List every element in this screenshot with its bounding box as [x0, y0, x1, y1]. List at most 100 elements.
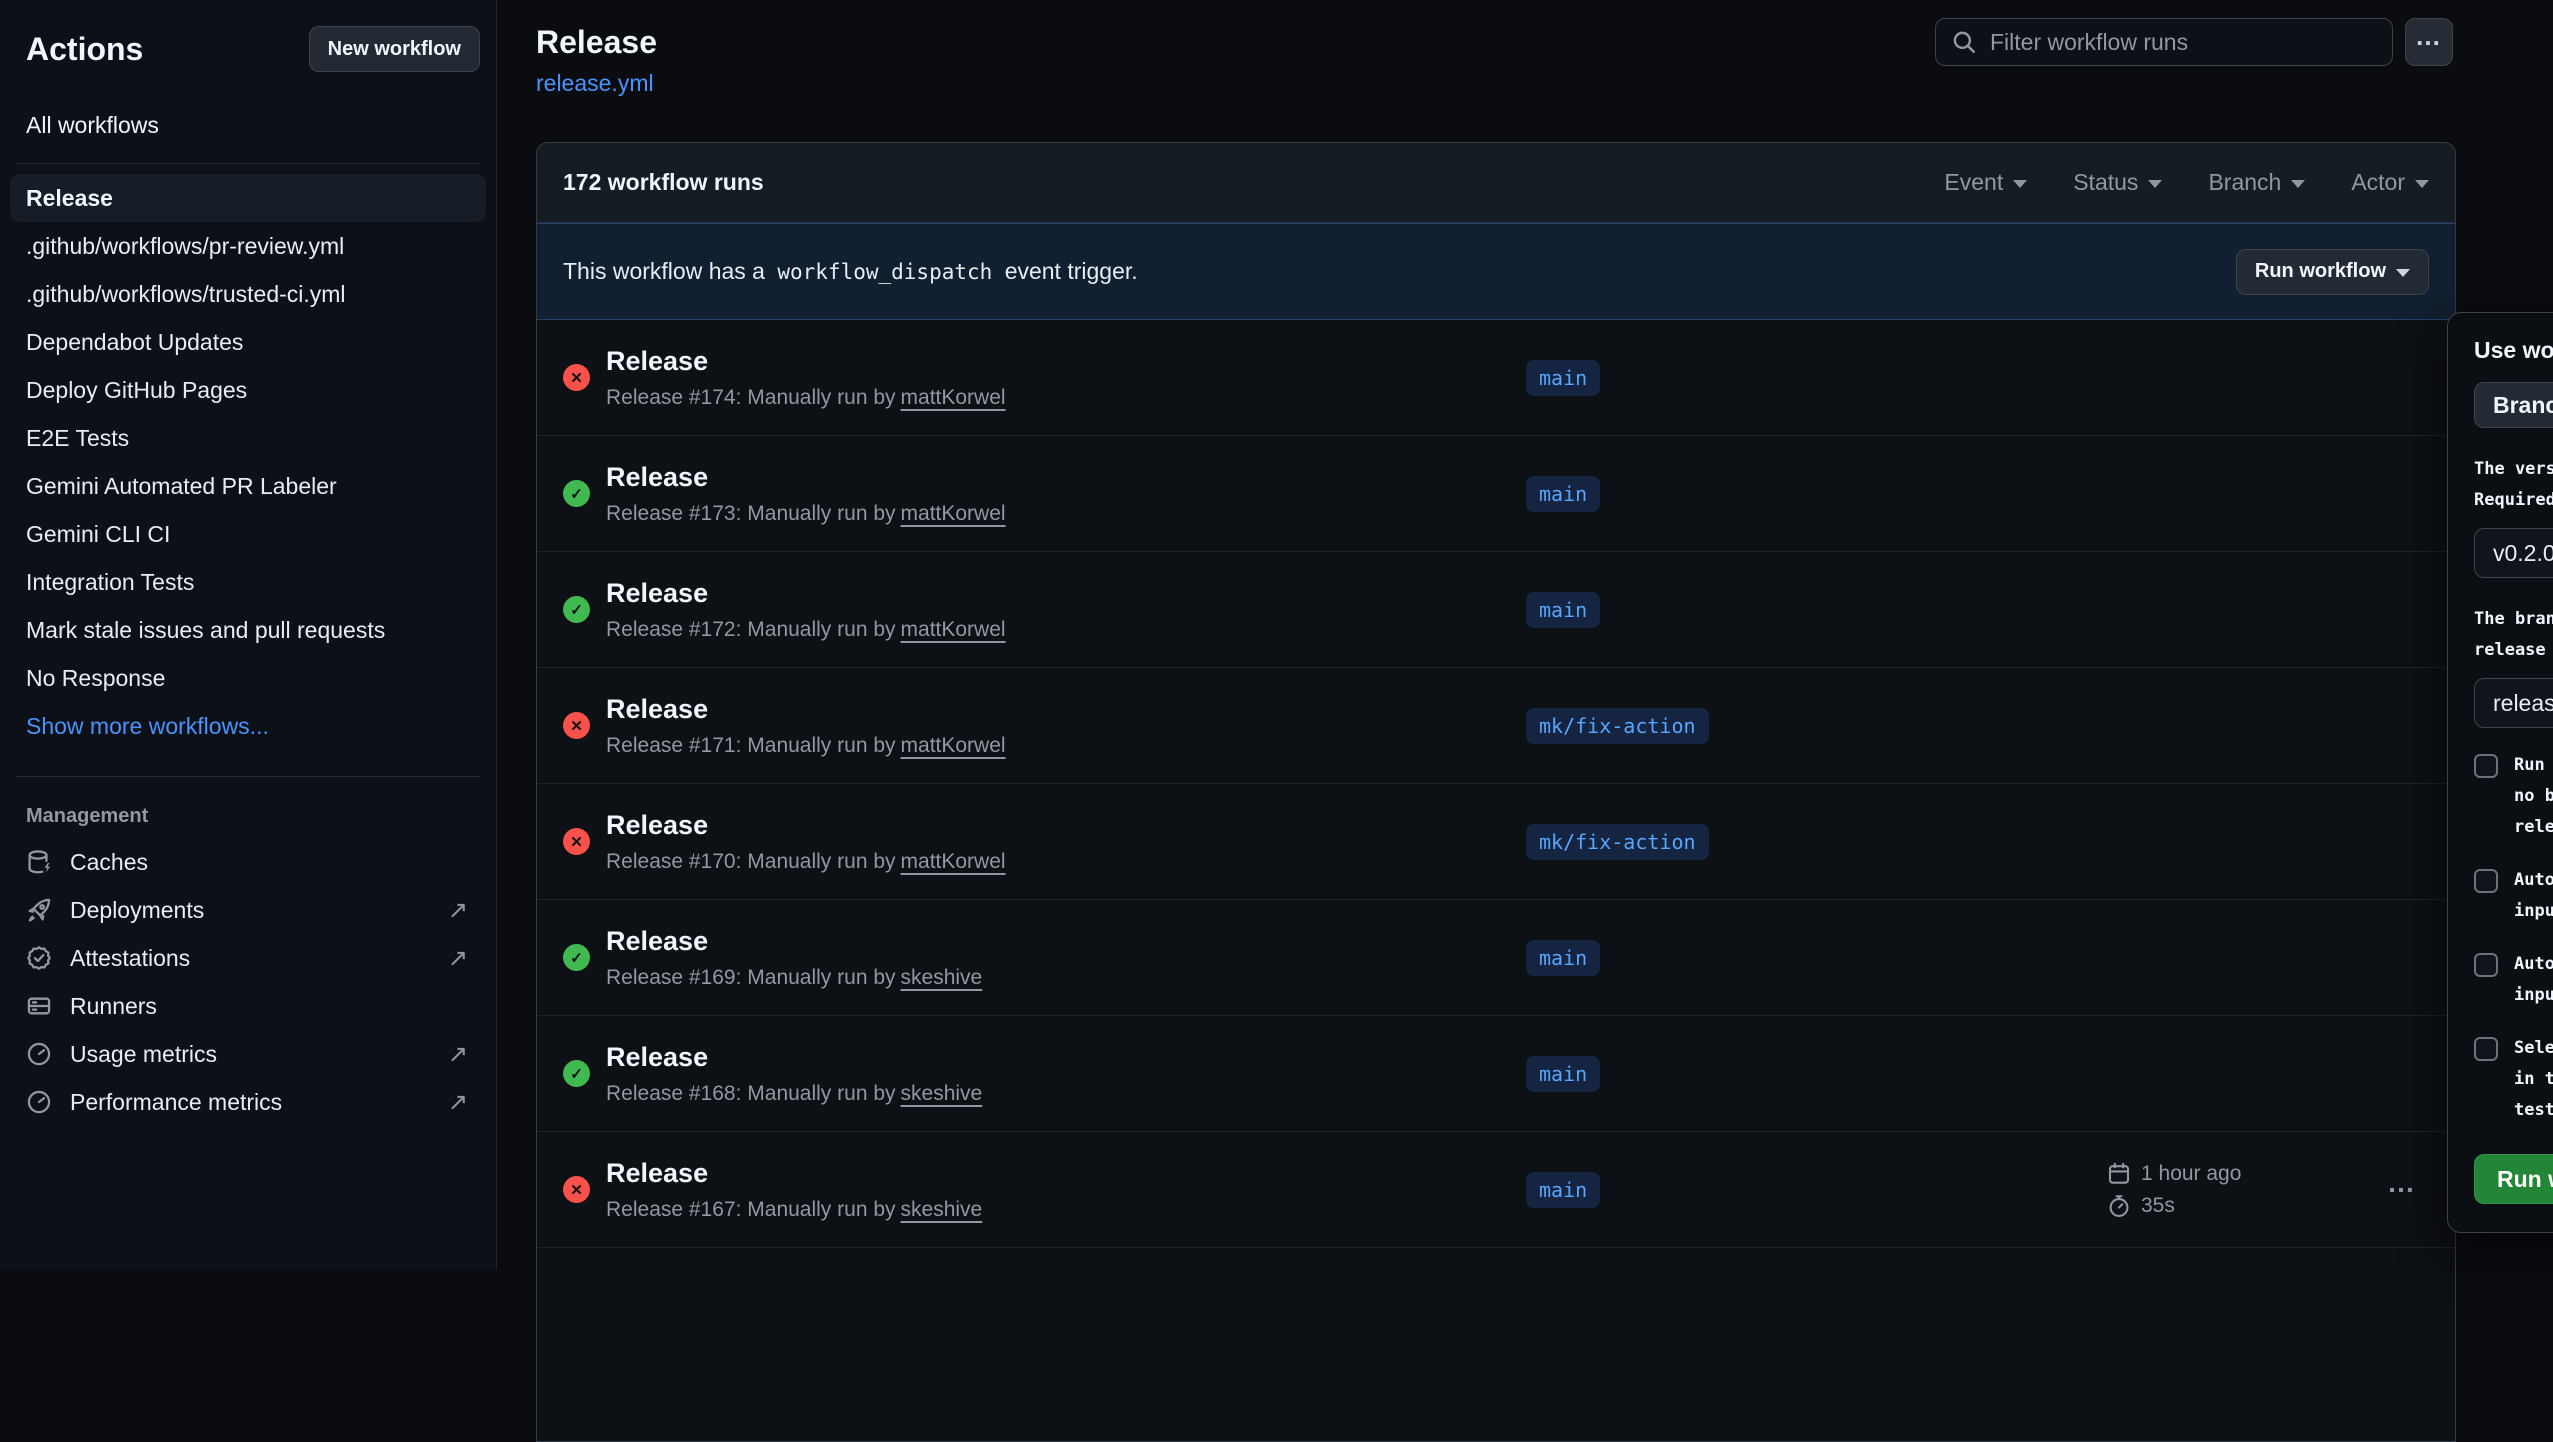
run-actor-link[interactable]: mattKorwel: [901, 386, 1006, 409]
filter-label: Status: [2073, 169, 2138, 196]
chevron-down-icon: [2148, 180, 2162, 188]
show-more-workflows-link[interactable]: Show more workflows...: [10, 702, 486, 750]
failure-icon: [563, 364, 590, 391]
failure-icon: [563, 712, 590, 739]
run-actor-link[interactable]: skeshive: [901, 1082, 983, 1105]
run-actor-link[interactable]: mattKorwel: [901, 850, 1006, 873]
sidebar-item-mark-stale[interactable]: Mark stale issues and pull requests: [10, 606, 486, 654]
dry-run-checkbox[interactable]: [2474, 754, 2498, 778]
run-title-link[interactable]: Release: [606, 346, 1006, 377]
sidebar-item-no-response[interactable]: No Response: [10, 654, 486, 702]
table-row[interactable]: Release Release #174: Manually run bymat…: [537, 320, 2455, 436]
run-actor-link[interactable]: mattKorwel: [901, 734, 1006, 757]
filter-actor[interactable]: Actor: [2351, 169, 2429, 196]
table-row[interactable]: Release Release #170: Manually run bymat…: [537, 784, 2455, 900]
table-row[interactable]: Release Release #173: Manually run bymat…: [537, 436, 2455, 552]
external-link-icon: [448, 1040, 468, 1069]
ref-input[interactable]: [2474, 678, 2553, 728]
table-row[interactable]: Release Release #172: Manually run bymat…: [537, 552, 2455, 668]
banner-code: workflow_dispatch: [771, 260, 998, 284]
branch-badge[interactable]: main: [1526, 476, 1600, 512]
banner-text: This workflow has a workflow_dispatch ev…: [563, 258, 1138, 285]
branch-badge[interactable]: mk/fix-action: [1526, 824, 1709, 860]
branch-selector-button[interactable]: Branch: main: [2474, 382, 2553, 428]
run-title-link[interactable]: Release: [606, 578, 1006, 609]
runs-filters: Event Status Branch Actor: [1944, 169, 2429, 196]
preview-tag-checkbox[interactable]: [2474, 953, 2498, 977]
run-description: Release #174: Manually run bymattKorwel: [606, 386, 1006, 410]
branch-badge[interactable]: main: [1526, 592, 1600, 628]
run-workflow-dropdown-button[interactable]: Run workflow: [2236, 249, 2429, 295]
branch-badge[interactable]: main: [1526, 1172, 1600, 1208]
sidebar-item-usage-metrics[interactable]: Usage metrics: [10, 1030, 486, 1078]
all-workflows-link[interactable]: All workflows: [26, 112, 486, 139]
workflow-file-link[interactable]: release.yml: [536, 70, 654, 97]
sidebar-item-integration-tests[interactable]: Integration Tests: [10, 558, 486, 606]
sidebar-item-trusted-ci[interactable]: .github/workflows/trusted-ci.yml: [10, 270, 486, 318]
run-title-link[interactable]: Release: [606, 462, 1006, 493]
management-heading: Management: [26, 805, 486, 828]
branch-badge[interactable]: main: [1526, 1056, 1600, 1092]
table-row[interactable]: Release Release #171: Manually run bymat…: [537, 668, 2455, 784]
sidebar-item-label: No Response: [26, 665, 165, 692]
sidebar-item-deployments[interactable]: Deployments: [10, 886, 486, 934]
filter-label: Event: [1944, 169, 2003, 196]
skip-tests-checkbox[interactable]: [2474, 1037, 2498, 1061]
filter-branch[interactable]: Branch: [2208, 169, 2305, 196]
sidebar-item-gemini-cli-ci[interactable]: Gemini CLI CI: [10, 510, 486, 558]
run-title-link[interactable]: Release: [606, 926, 982, 957]
version-input-label: The version to release (e.g., v0.1.11). …: [2474, 454, 2553, 516]
run-workflow-submit-button[interactable]: Run workflow: [2474, 1154, 2553, 1204]
filter-workflow-runs-input[interactable]: [1935, 18, 2393, 66]
run-title-link[interactable]: Release: [606, 810, 1006, 841]
run-title-link[interactable]: Release: [606, 1042, 982, 1073]
run-duration: 35s: [2141, 1194, 2175, 1218]
run-actor-link[interactable]: mattKorwel: [901, 618, 1006, 641]
filter-event[interactable]: Event: [1944, 169, 2027, 196]
checkbox-label: Run a dry-run of the release process; no…: [2514, 750, 2553, 843]
workflow-runs-panel: 172 workflow runs Event Status Branch Ac…: [536, 142, 2456, 1442]
branch-badge[interactable]: main: [1526, 360, 1600, 396]
mgmt-item-label: Performance metrics: [70, 1089, 282, 1116]
sidebar-item-dependabot-updates[interactable]: Dependabot Updates: [10, 318, 486, 366]
table-row[interactable]: Release Release #168: Manually run byske…: [537, 1016, 2455, 1132]
sidebar-item-label: Gemini CLI CI: [26, 521, 170, 548]
nightly-tag-checkbox[interactable]: [2474, 869, 2498, 893]
run-actor-link[interactable]: skeshive: [901, 966, 983, 989]
version-input[interactable]: [2474, 528, 2553, 578]
branch-badge[interactable]: mk/fix-action: [1526, 708, 1709, 744]
sidebar-item-pr-review[interactable]: .github/workflows/pr-review.yml: [10, 222, 486, 270]
ref-input-label: The branch or ref (full git sha) to rele…: [2474, 604, 2553, 666]
run-title-link[interactable]: Release: [606, 694, 1006, 725]
workflow-options-kebab-button[interactable]: [2405, 18, 2453, 66]
verified-icon: [26, 945, 52, 971]
sidebar-item-e2e-tests[interactable]: E2E Tests: [10, 414, 486, 462]
branch-badge[interactable]: main: [1526, 940, 1600, 976]
sidebar-item-caches[interactable]: Caches: [10, 838, 486, 886]
new-workflow-button[interactable]: New workflow: [309, 26, 480, 72]
runs-count: 172 workflow runs: [563, 169, 764, 196]
run-actor-link[interactable]: skeshive: [901, 1198, 983, 1221]
checkbox-row-nightly-tag: Auto apply the nightly release tag, inpu…: [2474, 865, 2553, 927]
cache-icon: [26, 849, 52, 875]
run-title-link[interactable]: Release: [606, 1158, 982, 1189]
workflow-list: Release .github/workflows/pr-review.yml …: [10, 174, 486, 750]
sidebar-item-deploy-github-pages[interactable]: Deploy GitHub Pages: [10, 366, 486, 414]
chevron-down-icon: [2013, 180, 2027, 188]
sidebar-item-gemini-pr-labeler[interactable]: Gemini Automated PR Labeler: [10, 462, 486, 510]
sidebar-item-attestations[interactable]: Attestations: [10, 934, 486, 982]
popover-title: Use workflow from: [2474, 337, 2553, 364]
mgmt-item-label: Caches: [70, 849, 148, 876]
kebab-menu-icon[interactable]: [2387, 1174, 2415, 1206]
table-row[interactable]: Release Release #169: Manually run byske…: [537, 900, 2455, 1016]
sidebar-item-release[interactable]: Release: [10, 174, 486, 222]
run-description: Release #172: Manually run bymattKorwel: [606, 618, 1006, 642]
run-description: Release #169: Manually run byskeshive: [606, 966, 982, 990]
sidebar-item-performance-metrics[interactable]: Performance metrics: [10, 1078, 486, 1126]
table-row[interactable]: Release Release #167: Manually run byske…: [537, 1132, 2455, 1248]
filter-status[interactable]: Status: [2073, 169, 2162, 196]
gauge-icon: [26, 1041, 52, 1067]
sidebar-item-runners[interactable]: Runners: [10, 982, 486, 1030]
branch-selector-label: Branch: main: [2493, 392, 2553, 419]
run-actor-link[interactable]: mattKorwel: [901, 502, 1006, 525]
